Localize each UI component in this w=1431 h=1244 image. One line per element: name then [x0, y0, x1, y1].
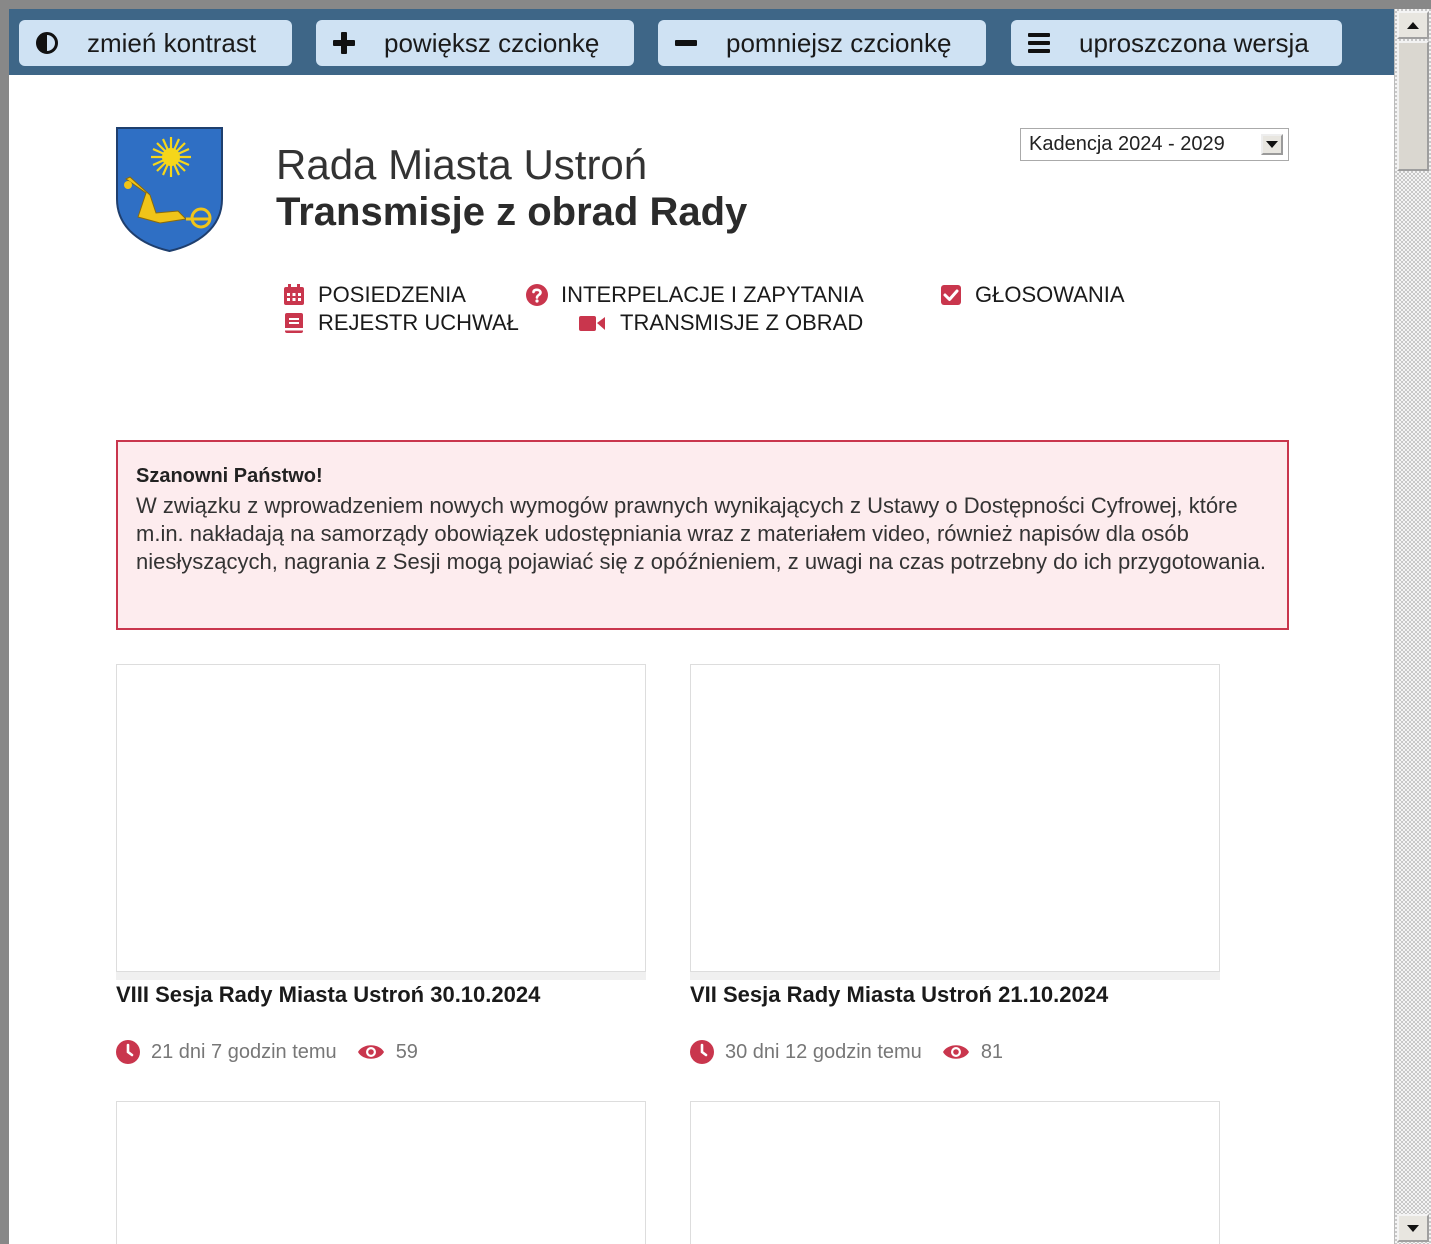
video-camera-icon	[579, 316, 605, 331]
nav-item-sessions[interactable]: POSIEDZENIA	[283, 281, 466, 309]
minus-icon	[674, 31, 698, 55]
video-thumbnail[interactable]	[116, 664, 646, 972]
accessibility-toolbar: zmień kontrast powiększ czcionkę pomniej…	[9, 9, 1394, 75]
bigger-font-button[interactable]: powiększ czcionkę	[316, 20, 634, 66]
nav-resolutions-label: REJESTR UCHWAŁ	[318, 310, 519, 335]
video-title[interactable]: VIII Sesja Rady Miasta Ustroń 30.10.2024	[116, 982, 540, 1008]
simple-version-label: uproszczona wersja	[1079, 27, 1309, 58]
simple-version-button[interactable]: uproszczona wersja	[1011, 20, 1342, 66]
nav-item-interpellations[interactable]: INTERPELACJE I ZAPYTANIA	[526, 281, 864, 309]
nav-item-resolutions[interactable]: REJESTR UCHWAŁ	[283, 309, 519, 337]
scroll-down-button[interactable]	[1397, 1214, 1429, 1242]
notice-box: Szanowni Państwo! W związku z wprowadzen…	[116, 440, 1289, 630]
book-icon	[285, 313, 303, 333]
chevron-down-icon[interactable]	[1261, 134, 1283, 155]
calendar-icon	[284, 284, 304, 305]
checkbox-checked-icon	[941, 285, 961, 305]
eye-icon	[942, 1045, 969, 1059]
notice-title: Szanowni Państwo!	[136, 465, 323, 487]
video-meta: 30 dni 12 godzin temu 81	[690, 1040, 1003, 1064]
term-select[interactable]: Kadencja 2024 - 2029	[1020, 128, 1289, 161]
eye-icon	[357, 1045, 384, 1059]
menu-bars-icon	[1027, 31, 1051, 55]
site-title: Rada Miasta Ustroń	[276, 141, 648, 188]
nav-item-broadcasts[interactable]: TRANSMISJE Z OBRAD	[578, 309, 863, 337]
scroll-thumb[interactable]	[1397, 41, 1429, 171]
bigger-font-label: powiększ czcionkę	[384, 27, 600, 58]
smaller-font-label: pomniejsz czcionkę	[726, 27, 952, 58]
arrow-down-icon	[1407, 1224, 1419, 1232]
plus-icon	[332, 31, 356, 55]
contrast-label: zmień kontrast	[87, 27, 257, 58]
clock-icon	[116, 1040, 140, 1064]
page-subtitle: Transmisje z obrad Rady	[276, 190, 748, 234]
arrow-up-icon	[1407, 21, 1419, 29]
video-age: 21 dni 7 godzin temu	[151, 1040, 337, 1063]
video-views: 81	[980, 1040, 1004, 1063]
nav-votes-label: GŁOSOWANIA	[975, 282, 1125, 307]
video-age: 30 dni 12 godzin temu	[725, 1040, 922, 1063]
term-select-value: Kadencja 2024 - 2029	[1029, 133, 1225, 155]
contrast-icon	[35, 31, 59, 55]
nav-broadcasts-label: TRANSMISJE Z OBRAD	[620, 310, 864, 335]
notice-text: W związku z wprowadzeniem nowych wymogów…	[136, 493, 1266, 574]
nav-sessions-label: POSIEDZENIA	[318, 282, 466, 307]
city-crest-logo	[116, 127, 223, 252]
video-thumbnail[interactable]	[690, 664, 1220, 972]
contrast-button[interactable]: zmień kontrast	[19, 20, 292, 66]
smaller-font-button[interactable]: pomniejsz czcionkę	[658, 20, 986, 66]
question-circle-icon	[526, 284, 548, 306]
video-card[interactable]: VII Sesja Rady Miasta Ustroń 21.10.2024 …	[690, 664, 1220, 1064]
nav-item-votes[interactable]: GŁOSOWANIA	[940, 281, 1125, 309]
video-meta: 21 dni 7 godzin temu 59	[116, 1040, 418, 1064]
nav-interpellations-label: INTERPELACJE I ZAPYTANIA	[561, 282, 864, 307]
video-thumbnail[interactable]	[690, 1101, 1220, 1244]
video-title[interactable]: VII Sesja Rady Miasta Ustroń 21.10.2024	[690, 982, 1108, 1008]
video-card[interactable]	[690, 1101, 1220, 1244]
clock-icon	[690, 1040, 714, 1064]
video-card[interactable]	[116, 1101, 646, 1244]
vertical-scrollbar[interactable]	[1394, 9, 1431, 1244]
scroll-up-button[interactable]	[1397, 11, 1429, 39]
video-card[interactable]: VIII Sesja Rady Miasta Ustroń 30.10.2024…	[116, 664, 646, 1064]
video-views: 59	[395, 1040, 418, 1063]
video-thumbnail[interactable]	[116, 1101, 646, 1244]
